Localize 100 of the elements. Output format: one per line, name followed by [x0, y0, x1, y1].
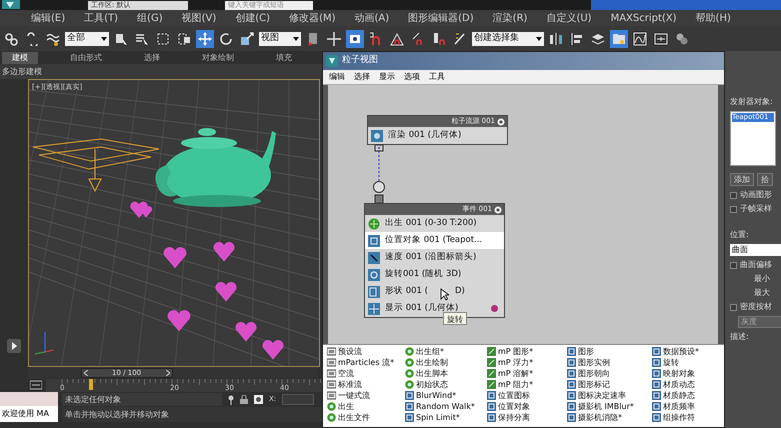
menu-item[interactable]: 编辑(E): [31, 10, 66, 26]
depot-item[interactable]: 出生组*: [416, 346, 444, 357]
ribbon-tab[interactable]: 建模: [2, 52, 38, 64]
scrollbar[interactable]: [323, 85, 328, 344]
play-icon[interactable]: [7, 339, 21, 353]
menu-item[interactable]: 渲染(R): [492, 10, 528, 26]
node-row[interactable]: 速度 001 (沿图标箭头): [365, 249, 504, 266]
depot-item[interactable]: 材质频率: [663, 401, 695, 412]
depot-item[interactable]: 一键式流: [338, 390, 370, 401]
depot-item[interactable]: 预设流: [338, 346, 362, 357]
move-icon[interactable]: [196, 30, 214, 48]
menu-item[interactable]: 工具(T): [84, 10, 118, 26]
ribbon-tab[interactable]: 填充: [266, 52, 302, 64]
depot-item[interactable]: 材质静态: [663, 390, 695, 401]
depot-item[interactable]: mP 浮力*: [498, 357, 534, 368]
ribbon-tab[interactable]: 对象绘制: [192, 52, 244, 64]
depot-item[interactable]: 出生文件: [338, 412, 370, 423]
menu-item[interactable]: 编辑: [329, 71, 345, 83]
menu-item[interactable]: 显示: [379, 71, 395, 83]
depot-item[interactable]: 出生: [338, 401, 354, 412]
scale-icon[interactable]: [238, 30, 256, 48]
depot-item[interactable]: 数据预设*: [663, 346, 699, 357]
menu-item[interactable]: 帮助(H): [696, 10, 731, 26]
depot-item[interactable]: 摄影机消隐*: [578, 412, 622, 423]
depot-item[interactable]: 图形标记: [578, 379, 610, 390]
previous-frame-icon[interactable]: [84, 370, 88, 376]
scene-explorer-icon[interactable]: [610, 30, 628, 48]
depot-item[interactable]: mParticles 流*: [338, 357, 394, 368]
node-row[interactable]: 形状 001 ( D): [365, 283, 504, 300]
key-mode-icon[interactable]: [30, 380, 42, 390]
crosshair-icon[interactable]: [325, 30, 343, 48]
pin-icon[interactable]: [228, 394, 234, 404]
transform-mode-icon[interactable]: [254, 395, 263, 404]
checkbox[interactable]: [730, 206, 737, 212]
menu-item[interactable]: 组(G): [137, 10, 163, 26]
selection-set-dropdown[interactable]: 创建选择集: [472, 32, 544, 46]
ribbon-panel-label[interactable]: 多边形建模: [0, 66, 44, 78]
depot-item[interactable]: mP 图形*: [498, 346, 534, 357]
depot-item[interactable]: 空流: [338, 368, 354, 379]
input-connector-icon[interactable]: [372, 181, 386, 203]
panel-button[interactable]: 拾: [757, 173, 773, 186]
depot-item[interactable]: Spin Limit*: [416, 412, 460, 423]
checkbox[interactable]: [730, 262, 737, 268]
heart-particle[interactable]: [261, 338, 285, 362]
ribbon-tab[interactable]: 选择: [134, 52, 170, 64]
welcome-text[interactable]: 欢迎使用 MA: [0, 406, 58, 422]
manipulate-icon[interactable]: [346, 30, 364, 48]
depot-item[interactable]: 出生脚本: [416, 368, 448, 379]
depot-item[interactable]: 标准流: [338, 379, 362, 390]
checkbox[interactable]: [730, 304, 737, 310]
depot-item[interactable]: 图标决定速率: [578, 390, 626, 401]
panel-button[interactable]: 添加: [730, 173, 754, 186]
depot-item[interactable]: 图形: [578, 346, 594, 357]
bulb-icon[interactable]: [497, 118, 505, 126]
heart-particle[interactable]: [162, 245, 188, 271]
node-row[interactable]: 出生 001 (0-30 T:200): [365, 215, 504, 232]
heart-particle[interactable]: [166, 308, 192, 334]
depot-item[interactable]: 位置图标: [498, 390, 530, 401]
depot-item[interactable]: 映射对象: [663, 368, 695, 379]
x-coordinate-field[interactable]: [282, 394, 314, 405]
selection-filter-dropdown[interactable]: 全部: [65, 32, 109, 46]
depot-item[interactable]: 组操作符: [663, 412, 695, 423]
menu-item[interactable]: 创建(C): [235, 10, 270, 26]
depot-item[interactable]: 出生绘制: [416, 357, 448, 368]
coordinate-system-dropdown[interactable]: 视图: [259, 32, 301, 46]
depot-item[interactable]: mP 阻力*: [498, 379, 534, 390]
node-row[interactable]: 旋转001 (随机 3D): [365, 266, 504, 283]
position-dropdown[interactable]: 曲面: [730, 244, 781, 256]
menu-item[interactable]: 修改器(M): [289, 10, 336, 26]
menu-item[interactable]: 动画(A): [354, 10, 390, 26]
menu-item[interactable]: 工具: [429, 71, 445, 83]
checkbox[interactable]: [730, 192, 737, 198]
menu-item[interactable]: 选择: [354, 71, 370, 83]
curve-editor-icon[interactable]: [631, 30, 649, 48]
depot-item[interactable]: 摄影机 IMBlur*: [578, 401, 634, 412]
depot-item[interactable]: 位置对象: [498, 401, 530, 412]
heart-particle[interactable]: [234, 320, 258, 344]
menu-item[interactable]: MAXScript(X): [610, 10, 677, 26]
bulb-icon[interactable]: [494, 206, 502, 214]
depot-item[interactable]: 图形朝向: [578, 368, 610, 379]
operator-depot[interactable]: [323, 344, 724, 427]
depot-item[interactable]: BlurWind*: [416, 390, 456, 401]
depot-item[interactable]: 保持分离: [498, 412, 530, 423]
menu-item[interactable]: 选项: [404, 71, 420, 83]
depot-item[interactable]: 材质动态: [663, 379, 695, 390]
heart-particle[interactable]: [214, 280, 238, 304]
depot-item[interactable]: Random Walk*: [416, 401, 475, 412]
next-frame-icon[interactable]: [166, 370, 170, 376]
lock-icon[interactable]: [240, 395, 248, 404]
menu-item[interactable]: 自定义(U): [546, 10, 592, 26]
node-row[interactable]: 位置对象 001 (Teapot...: [365, 232, 504, 249]
depot-item[interactable]: mP 溶解*: [498, 368, 534, 379]
heart-particle[interactable]: [212, 240, 236, 264]
menu-item[interactable]: 视图(V): [182, 10, 216, 26]
ribbon-tab[interactable]: 自由形式: [60, 52, 112, 64]
menu-item[interactable]: 图形编辑器(D): [408, 10, 474, 26]
depot-item[interactable]: 初始状态: [416, 379, 448, 390]
node-row[interactable]: 渲染 001 (几何体): [368, 127, 507, 144]
depot-item[interactable]: 旋转: [663, 357, 679, 368]
depot-item[interactable]: 图形实例: [578, 357, 610, 368]
